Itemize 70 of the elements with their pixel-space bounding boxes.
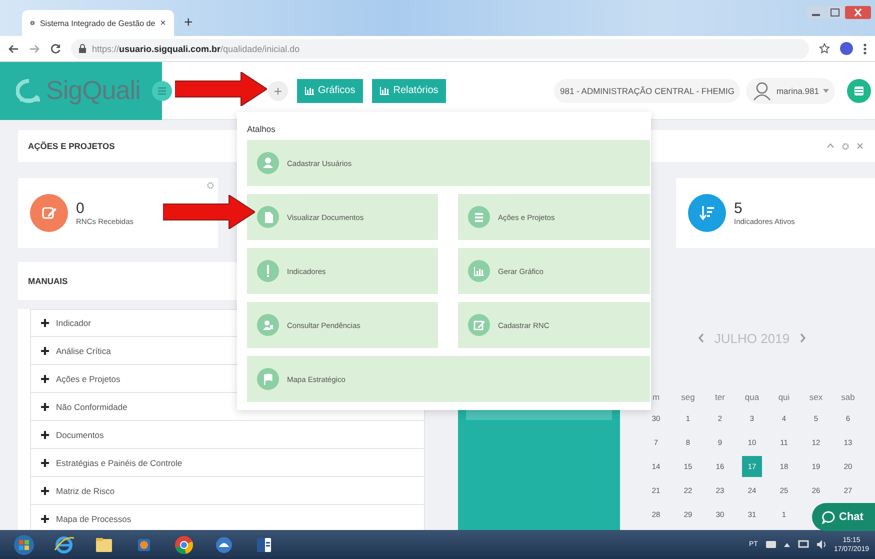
address-bar[interactable]: https://usuario.sigquali.com.br/qualidade/inicial.do [71,38,809,58]
network-icon[interactable] [798,540,809,549]
calendar-month: JULHO 2019 [714,330,790,346]
settings-icon[interactable] [842,142,849,150]
weekday-label: qua [744,392,760,402]
menu-toggle-icon[interactable] [152,80,172,100]
weekday-label: qui [778,392,790,402]
unit-selector[interactable]: 981 - ADMINISTRAÇÃO CENTRAL - FHEMIG [554,78,740,102]
plus-icon [41,346,49,354]
chrome-icon[interactable] [173,534,195,556]
accordion-item[interactable]: Matriz de Risco [30,477,425,505]
accordion-item[interactable]: Documentos [30,421,425,449]
plus-icon [41,514,49,522]
weekday-label: seg [681,392,695,402]
new-tab-button[interactable]: + [184,16,193,30]
bar-chart-icon [468,260,490,282]
volume-icon[interactable] [816,540,826,549]
username: marina.981 [776,86,819,96]
menu-heading: Atalhos [247,124,276,134]
edit-icon [468,314,490,336]
bar-chart-icon [305,86,314,94]
url-text: https://usuario.sigquali.com.br/qualidade/inicial.do [92,44,300,54]
flag-icon [257,368,279,390]
user-icon [257,152,279,174]
browser-tab[interactable]: Sistema Integrado de Gestão de × [22,10,174,36]
user-menu[interactable]: marina.981 [746,78,835,104]
plus-icon [41,319,49,327]
star-icon[interactable] [819,43,830,54]
weekday-label: sex [809,392,823,402]
close-icon[interactable] [845,6,871,19]
plus-icon [41,486,49,494]
plus-icon [41,430,49,438]
panel-title: AÇÕES E PROJETOS [28,141,115,151]
minimize-icon[interactable] [807,6,825,19]
weekday-label: ter [715,392,725,402]
profile-avatar-icon[interactable] [840,42,853,55]
user-icon [752,80,772,100]
maximize-icon[interactable] [826,6,844,19]
caret-icon [823,88,829,92]
chat-bubble-icon [822,510,835,524]
tab-close-button[interactable]: × [160,18,166,28]
stat-value: 5 [734,200,744,216]
plus-icon [41,402,49,410]
chat-button[interactable]: Chat [812,503,875,531]
plus-icon [41,374,49,382]
lock-icon [79,44,86,53]
close-icon[interactable] [857,142,863,148]
reload-icon[interactable] [50,43,61,54]
collapse-icon[interactable] [827,142,834,148]
tab-title: Sistema Integrado de Gestão de [40,18,156,28]
document-icon [257,206,279,228]
weekday-label: m [652,392,660,402]
accordion-item[interactable]: Estratégias e Painéis de Controle [30,449,425,477]
weekday-label: sab [841,392,855,402]
stat-value: 0 [76,200,86,216]
more-icon[interactable] [863,42,867,54]
exclamation-icon [257,260,279,282]
logo-icon [16,78,42,102]
plus-icon [41,458,49,466]
logo: SigQuali [0,62,162,120]
show-hidden-icon[interactable] [784,542,790,547]
list-icon [468,206,490,228]
back-icon[interactable] [8,44,19,54]
panel-title: MANUAIS [28,276,68,286]
browser-e-icon[interactable] [53,534,75,556]
globe-icon [30,18,35,28]
bar-chart-icon [380,86,390,94]
person-icon [257,314,279,336]
keyboard-icon[interactable] [766,540,776,548]
start-orb-icon[interactable] [13,534,35,556]
